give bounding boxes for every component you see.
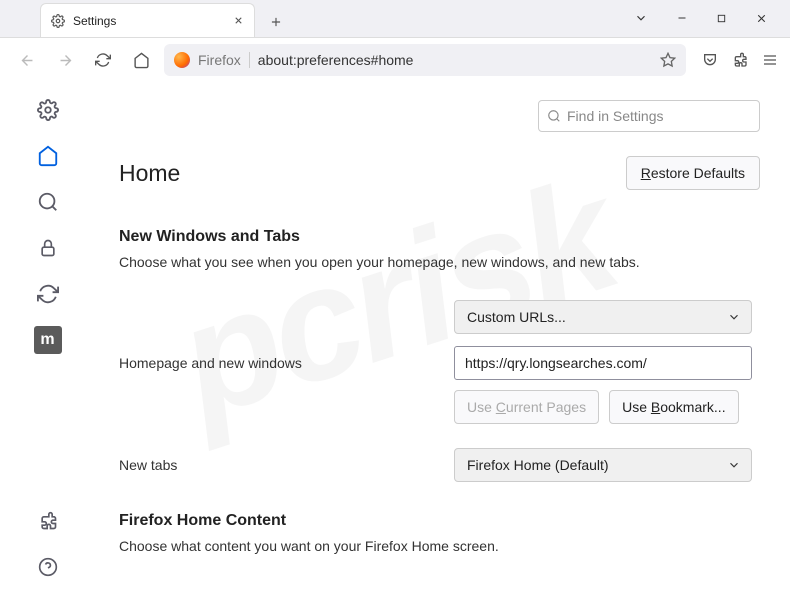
- firefox-logo-icon: [174, 52, 190, 68]
- page-title: Home: [119, 160, 180, 187]
- close-window-icon[interactable]: [755, 12, 768, 25]
- sidebar-general-icon[interactable]: [34, 96, 62, 124]
- list-tabs-icon[interactable]: [634, 11, 648, 25]
- homepage-mode-value: Custom URLs...: [467, 309, 566, 325]
- tab-title: Settings: [73, 14, 116, 28]
- search-icon: [547, 109, 561, 123]
- sidebar-search-icon[interactable]: [34, 188, 62, 216]
- restore-defaults-button[interactable]: Restore Defaults: [626, 156, 760, 190]
- chevron-down-icon: [727, 458, 741, 472]
- section-new-windows-title: New Windows and Tabs: [119, 228, 760, 246]
- tab-bar: Settings: [0, 0, 790, 38]
- bookmark-star-icon[interactable]: [660, 52, 676, 68]
- home-button[interactable]: [126, 45, 156, 75]
- sidebar-help-icon[interactable]: [34, 553, 62, 581]
- window-controls: [634, 0, 790, 37]
- sidebar-privacy-icon[interactable]: [34, 234, 62, 262]
- main-panel: Find in Settings Home Restore Defaults N…: [95, 82, 790, 595]
- reload-button[interactable]: [88, 45, 118, 75]
- urlbar-divider: [249, 52, 250, 68]
- urlbar-text: about:preferences#home: [258, 52, 414, 68]
- chevron-down-icon: [727, 310, 741, 324]
- homepage-label: Homepage and new windows: [119, 355, 454, 371]
- sidebar-extensions-icon[interactable]: [34, 507, 62, 535]
- sidebar-home-icon[interactable]: [34, 142, 62, 170]
- section-home-content-title: Firefox Home Content: [119, 512, 760, 530]
- tab-settings[interactable]: Settings: [40, 3, 255, 37]
- extensions-icon[interactable]: [732, 52, 748, 68]
- sidebar-sync-icon[interactable]: [34, 280, 62, 308]
- sidebar-more-from-mozilla-icon[interactable]: m: [34, 326, 62, 354]
- urlbar-brand: Firefox: [198, 52, 241, 68]
- close-tab-icon[interactable]: [233, 15, 244, 26]
- homepage-mode-select[interactable]: Custom URLs...: [454, 300, 752, 334]
- gear-icon: [51, 14, 65, 28]
- newtabs-select[interactable]: Firefox Home (Default): [454, 448, 752, 482]
- url-bar[interactable]: Firefox about:preferences#home: [164, 44, 686, 76]
- maximize-icon[interactable]: [716, 13, 727, 24]
- forward-button[interactable]: [50, 45, 80, 75]
- settings-sidebar: m: [0, 82, 95, 595]
- toolbar-right: [694, 52, 778, 68]
- use-bookmark-button[interactable]: Use Bookmark...: [609, 390, 739, 424]
- homepage-url-input[interactable]: [454, 346, 752, 380]
- section-new-windows-desc: Choose what you see when you open your h…: [119, 254, 760, 270]
- back-button[interactable]: [12, 45, 42, 75]
- section-home-content-desc: Choose what content you want on your Fir…: [119, 538, 760, 554]
- newtabs-label: New tabs: [119, 457, 454, 473]
- find-in-settings-input[interactable]: Find in Settings: [538, 100, 760, 132]
- new-tab-button[interactable]: [261, 7, 291, 37]
- menu-icon[interactable]: [762, 52, 778, 68]
- newtabs-value: Firefox Home (Default): [467, 457, 609, 473]
- search-placeholder: Find in Settings: [567, 108, 664, 124]
- nav-toolbar: Firefox about:preferences#home: [0, 38, 790, 82]
- use-current-pages-button[interactable]: Use Current Pages: [454, 390, 599, 424]
- minimize-icon[interactable]: [676, 12, 688, 24]
- pocket-icon[interactable]: [702, 52, 718, 68]
